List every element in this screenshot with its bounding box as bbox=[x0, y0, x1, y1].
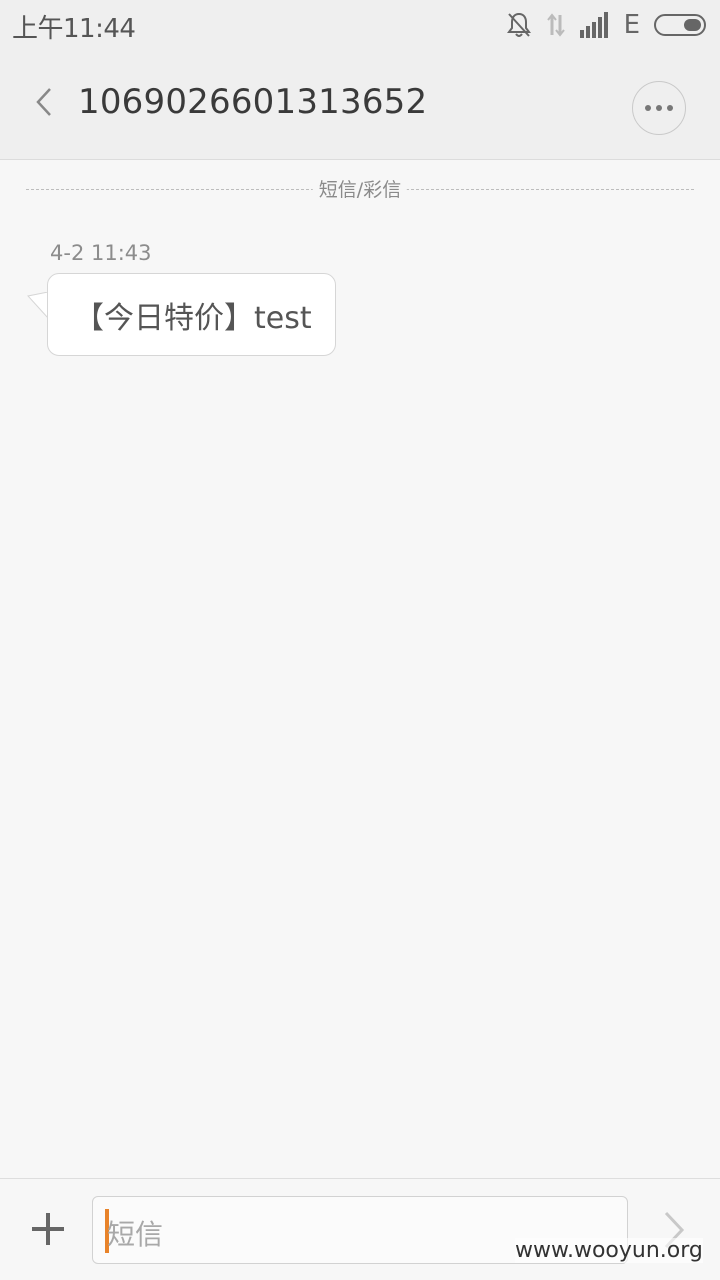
message-timestamp: 4-2 11:43 bbox=[50, 241, 152, 265]
status-bar: 上午11:44 E bbox=[0, 0, 720, 50]
contact-title: 1069026601313652 bbox=[78, 82, 428, 122]
back-button[interactable] bbox=[26, 84, 62, 124]
message-bubble[interactable]: 【今日特价】test bbox=[47, 273, 336, 356]
data-arrows-icon bbox=[546, 11, 566, 39]
bell-muted-icon bbox=[506, 11, 532, 39]
more-dots-icon bbox=[645, 105, 651, 111]
battery-icon bbox=[654, 13, 708, 37]
network-type-label: E bbox=[623, 10, 640, 40]
message-type-divider: 短信/彩信 bbox=[26, 178, 694, 202]
status-time: 上午11:44 bbox=[12, 14, 136, 44]
message-text: 【今日特价】test bbox=[74, 300, 312, 336]
conversation-header: 1069026601313652 bbox=[0, 50, 720, 160]
add-attachment-button[interactable] bbox=[28, 1209, 68, 1249]
message-input-placeholder: 短信 bbox=[107, 1218, 164, 1251]
plus-icon bbox=[28, 1213, 68, 1253]
signal-bars-icon bbox=[579, 12, 610, 38]
divider-label: 短信/彩信 bbox=[312, 178, 408, 202]
status-icons: E bbox=[506, 10, 708, 40]
watermark: www.wooyun.org bbox=[515, 1238, 703, 1263]
message-composer: 短信 bbox=[0, 1178, 720, 1280]
chevron-left-icon bbox=[34, 87, 54, 121]
more-options-button[interactable] bbox=[632, 81, 686, 135]
